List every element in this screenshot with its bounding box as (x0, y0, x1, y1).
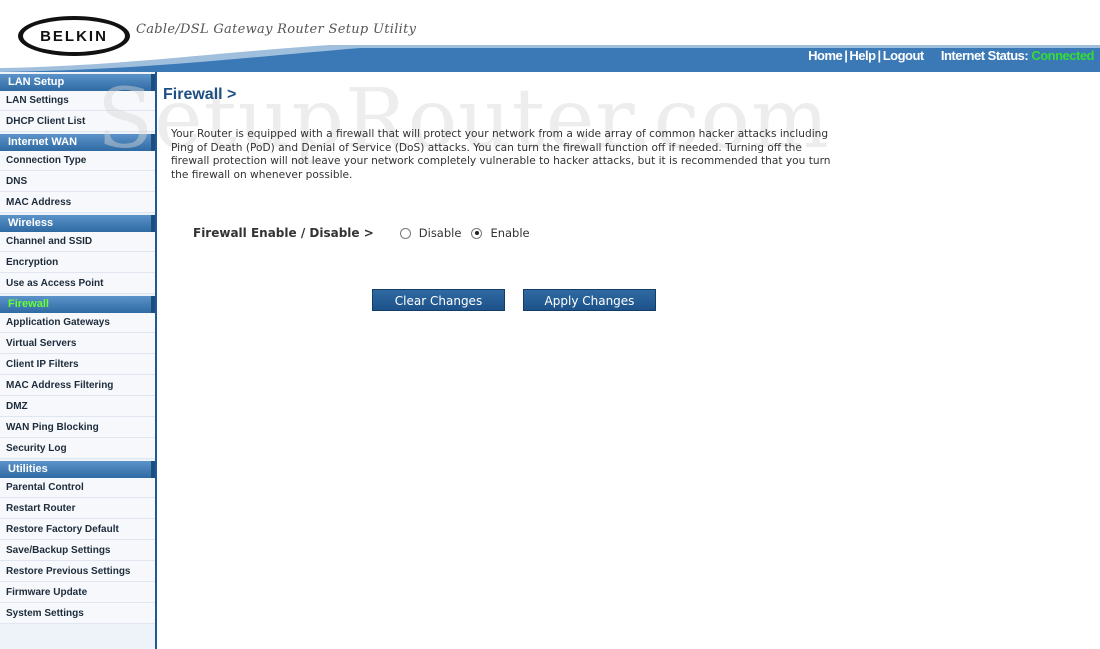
sidebar-item-restore-previous-settings[interactable]: Restore Previous Settings (0, 561, 155, 582)
sidebar-item-client-ip-filters[interactable]: Client IP Filters (0, 354, 155, 375)
sidebar-item-dmz[interactable]: DMZ (0, 396, 155, 417)
sidebar-item-lan-settings[interactable]: LAN Settings (0, 91, 155, 111)
link-separator: | (844, 48, 848, 63)
clear-changes-button[interactable]: Clear Changes (372, 289, 505, 311)
firewall-description: Your Router is equipped with a firewall … (171, 128, 831, 181)
sidebar-item-connection-type[interactable]: Connection Type (0, 151, 155, 171)
sidebar-section-lan-setup: LAN Setup (0, 74, 155, 91)
sidebar-item-system-settings[interactable]: System Settings (0, 603, 155, 624)
link-separator: | (877, 48, 882, 63)
apply-changes-button[interactable]: Apply Changes (523, 289, 656, 311)
sidebar-item-dhcp-client-list[interactable]: DHCP Client List (0, 111, 155, 132)
sidebar-section-firewall: Firewall (0, 296, 155, 313)
sidebar-item-mac-address-filtering[interactable]: MAC Address Filtering (0, 375, 155, 396)
enable-option[interactable]: Enable (471, 226, 530, 240)
sidebar-item-save-backup-settings[interactable]: Save/Backup Settings (0, 540, 155, 561)
sidebar-item-restart-router[interactable]: Restart Router (0, 498, 155, 519)
sidebar-item-security-log[interactable]: Security Log (0, 438, 155, 459)
header-links: Home | Help | Logout Internet Status: Connec… (808, 48, 1094, 63)
internet-status-value: Connected (1031, 48, 1094, 63)
enable-radio[interactable] (471, 227, 483, 239)
sidebar-item-use-as-access-point[interactable]: Use as Access Point (0, 273, 155, 294)
sidebar-section-utilities: Utilities (0, 461, 155, 478)
firewall-toggle-row: Firewall Enable / Disable > Disable Enab… (193, 226, 540, 240)
sidebar-item-application-gateways[interactable]: Application Gateways (0, 313, 155, 333)
sidebar-section-internet-wan: Internet WAN (0, 134, 155, 151)
app-title: Cable/DSL Gateway Router Setup Utility (136, 22, 417, 37)
sidebar-item-dns[interactable]: DNS (0, 171, 155, 192)
sidebar-item-parental-control[interactable]: Parental Control (0, 478, 155, 498)
main-content: SetupRouter.com Firewall > Your Router i… (97, 72, 1100, 649)
home-link[interactable]: Home (808, 48, 843, 63)
header: BELKIN Cable/DSL Gateway Router Setup Ut… (0, 0, 1100, 72)
firewall-toggle-label: Firewall Enable / Disable > (193, 226, 374, 240)
sidebar-item-restore-factory-default[interactable]: Restore Factory Default (0, 519, 155, 540)
sidebar-item-firmware-update[interactable]: Firmware Update (0, 582, 155, 603)
sidebar-item-virtual-servers[interactable]: Virtual Servers (0, 333, 155, 354)
help-link[interactable]: Help (849, 48, 876, 63)
disable-option[interactable]: Disable (399, 226, 462, 240)
logout-link[interactable]: Logout (883, 48, 925, 63)
sidebar-item-mac-address[interactable]: MAC Address (0, 192, 155, 213)
page-title: Firewall > (163, 86, 237, 103)
disable-radio[interactable] (399, 227, 411, 239)
sidebar-item-wan-ping-blocking[interactable]: WAN Ping Blocking (0, 417, 155, 438)
sidebar: LAN Setup LAN Settings DHCP Client List … (0, 72, 157, 649)
enable-label: Enable (490, 226, 530, 240)
sidebar-item-encryption[interactable]: Encryption (0, 252, 155, 273)
sidebar-item-channel-and-ssid[interactable]: Channel and SSID (0, 232, 155, 252)
sidebar-section-wireless: Wireless (0, 215, 155, 232)
disable-label: Disable (418, 226, 462, 240)
internet-status-label: Internet Status: (940, 48, 1029, 63)
